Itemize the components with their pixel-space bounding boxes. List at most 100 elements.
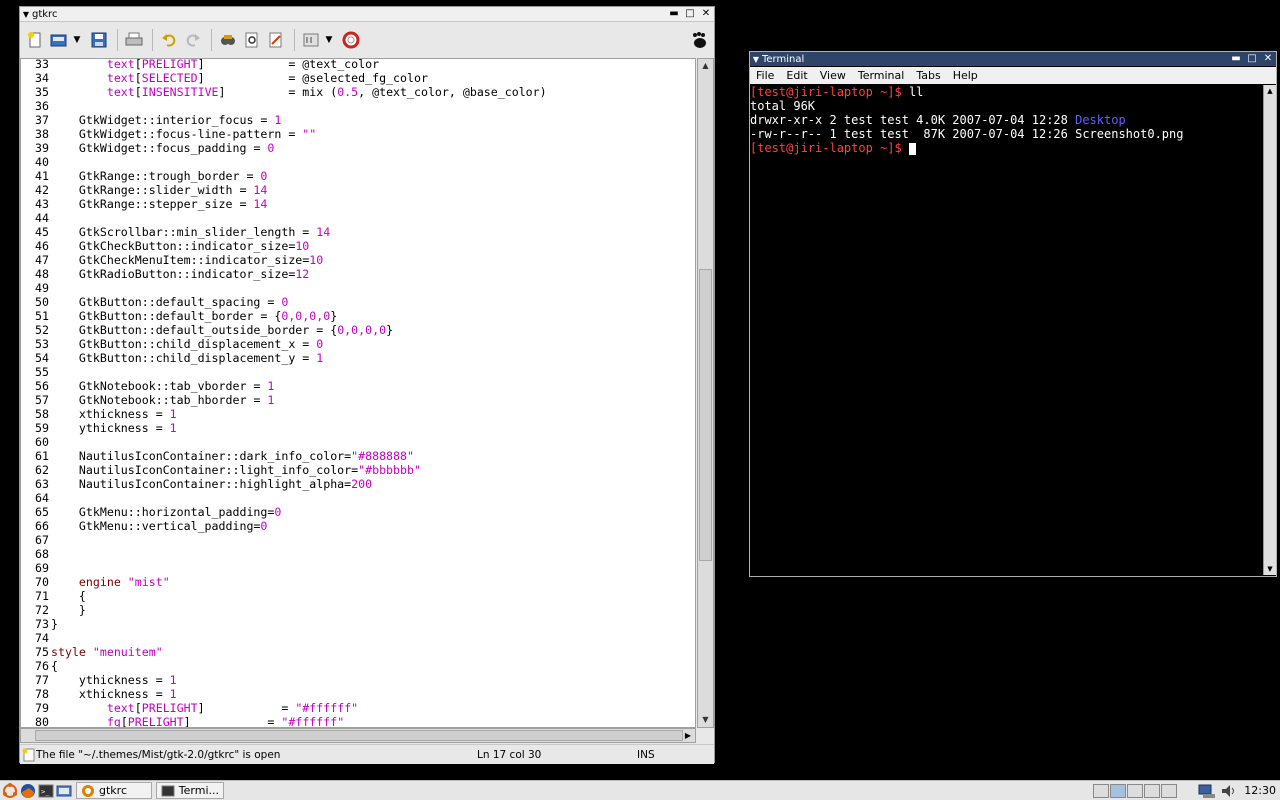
- code-token: 1: [169, 421, 177, 435]
- task-terminal[interactable]: Termi...: [156, 782, 224, 799]
- code-token: 10: [309, 253, 324, 267]
- maximize-button[interactable]: □: [682, 7, 698, 21]
- terminal-output[interactable]: [test@jiri-laptop ~]$ ll total 96K drwxr…: [750, 85, 1262, 575]
- line-number: 60: [35, 435, 49, 449]
- replace-button[interactable]: [265, 29, 287, 51]
- menu-tabs[interactable]: Tabs: [910, 69, 946, 82]
- workspace-4[interactable]: [1144, 783, 1161, 798]
- print-button[interactable]: [123, 29, 145, 51]
- volume-icon[interactable]: [1220, 783, 1238, 799]
- scroll-down-icon[interactable]: ▼: [1264, 563, 1276, 575]
- workspace-3[interactable]: [1127, 783, 1144, 798]
- open-file-button[interactable]: [48, 29, 70, 51]
- workspace-1[interactable]: [1093, 783, 1110, 798]
- editor-titlebar[interactable]: ▼ gtkrc ▬ □ ✕: [20, 7, 714, 22]
- menu-help[interactable]: Help: [947, 69, 984, 82]
- new-file-icon: [28, 32, 41, 48]
- code-line: 52 GtkButton::default_outside_border = {…: [21, 323, 547, 337]
- code-line: 43 GtkRange::stepper_size = 14: [21, 197, 547, 211]
- status-bar: The file "~/.themes/Mist/gtk-2.0/gtkrc" …: [20, 744, 714, 764]
- redo-button[interactable]: [182, 29, 204, 51]
- line-text: NautilusIconContainer::dark_info_color="…: [51, 449, 414, 463]
- file-manager-launcher[interactable]: [56, 783, 72, 799]
- scroll-up-icon[interactable]: ▲: [1264, 85, 1276, 97]
- scroll-right-icon[interactable]: ▶: [681, 729, 695, 742]
- horizontal-scrollbar[interactable]: ▶: [20, 728, 696, 743]
- code-token: 0: [274, 505, 282, 519]
- find-next-button[interactable]: [241, 29, 263, 51]
- binoculars-icon: [221, 35, 235, 45]
- line-number: 35: [35, 85, 49, 99]
- line-text: text[PRELIGHT] = @text_color: [51, 59, 379, 71]
- save-icon: [91, 32, 107, 48]
- vertical-scrollbar[interactable]: ▲ ▼: [697, 58, 714, 728]
- firefox-launcher[interactable]: [20, 783, 36, 799]
- save-button[interactable]: [88, 29, 110, 51]
- line-number: 42: [35, 183, 49, 197]
- code-line: 80 fg[PRELIGHT] = "#ffffff": [21, 715, 547, 728]
- code-token: xthickness =: [51, 407, 170, 421]
- task-editor[interactable]: gtkrc: [76, 782, 152, 799]
- code-line: 46 GtkCheckButton::indicator_size=10: [21, 239, 547, 253]
- new-file-button[interactable]: [24, 29, 46, 51]
- main-menu-button[interactable]: [2, 782, 18, 799]
- line-text: text[SELECTED] = @selected_fg_color: [51, 71, 428, 85]
- find-icon: [245, 32, 258, 48]
- clock[interactable]: 12:30: [1244, 784, 1276, 797]
- code-editor[interactable]: 33 text[PRELIGHT] = @text_color 34 text[S…: [20, 58, 696, 728]
- maximize-button[interactable]: □: [1244, 52, 1260, 66]
- code-token: GtkRange::trough_border =: [51, 169, 261, 183]
- scroll-up-icon[interactable]: ▲: [698, 59, 713, 73]
- code-token: 12: [295, 267, 310, 281]
- help-button[interactable]: [340, 29, 362, 51]
- line-number: 68: [35, 547, 49, 561]
- line-number: 80: [35, 715, 49, 728]
- tools-dropdown-arrow[interactable]: ▼: [324, 35, 334, 45]
- code-token: PRELIGHT: [141, 701, 198, 715]
- terminal-scrollbar[interactable]: ▲ ▼: [1263, 85, 1276, 575]
- minimize-button[interactable]: ▬: [666, 7, 682, 21]
- code-line: 74: [21, 631, 547, 645]
- line-text: text[PRELIGHT] = "#ffffff": [51, 701, 358, 715]
- horizontal-scroll-thumb[interactable]: [35, 730, 683, 741]
- directory-name: Desktop: [1075, 113, 1126, 127]
- menu-file[interactable]: File: [750, 69, 780, 82]
- code-line: 70 engine "mist": [21, 575, 547, 589]
- open-dropdown-arrow[interactable]: ▼: [72, 35, 82, 45]
- code-token: NautilusIconContainer::highlight_alpha=: [51, 477, 352, 491]
- line-text: GtkScrollbar::min_slider_length = 14: [51, 225, 330, 239]
- network-icon[interactable]: [1198, 783, 1216, 799]
- code-token: 1: [316, 351, 324, 365]
- menu-view[interactable]: View: [814, 69, 852, 82]
- terminal-launcher[interactable]: >_: [38, 783, 54, 799]
- line-text: GtkButton::child_displacement_y = 1: [51, 351, 323, 365]
- find-button[interactable]: [217, 29, 239, 51]
- close-button[interactable]: ✕: [1260, 52, 1276, 66]
- code-line: 34 text[SELECTED] = @selected_fg_color: [21, 71, 547, 85]
- code-token: GtkScrollbar::min_slider_length =: [51, 225, 317, 239]
- terminal-titlebar[interactable]: ▼ Terminal ▬ □ ✕: [750, 52, 1276, 66]
- window-menu-icon[interactable]: ▼: [750, 55, 762, 64]
- menu-edit[interactable]: Edit: [780, 69, 813, 82]
- vertical-scroll-thumb[interactable]: [699, 269, 712, 561]
- menu-terminal[interactable]: Terminal: [852, 69, 911, 82]
- minimize-button[interactable]: ▬: [1228, 52, 1244, 66]
- insert-mode: INS: [637, 748, 655, 761]
- undo-button[interactable]: [158, 29, 180, 51]
- line-number: 77: [35, 673, 49, 687]
- window-menu-icon[interactable]: ▼: [20, 10, 32, 19]
- code-token: 0: [316, 337, 324, 351]
- close-button[interactable]: ✕: [698, 7, 714, 21]
- line-number: 43: [35, 197, 49, 211]
- code-token: GtkWidget::interior_focus =: [51, 113, 275, 127]
- scroll-down-icon[interactable]: ▼: [698, 713, 713, 727]
- line-number: 41: [35, 169, 49, 183]
- workspace-2[interactable]: [1110, 783, 1127, 798]
- line-number: 49: [35, 281, 49, 295]
- print-icon: [125, 32, 143, 46]
- line-number: 55: [35, 365, 49, 379]
- code-token: ] =: [183, 715, 282, 728]
- workspace-5[interactable]: [1161, 783, 1178, 798]
- tools-button[interactable]: [300, 29, 322, 51]
